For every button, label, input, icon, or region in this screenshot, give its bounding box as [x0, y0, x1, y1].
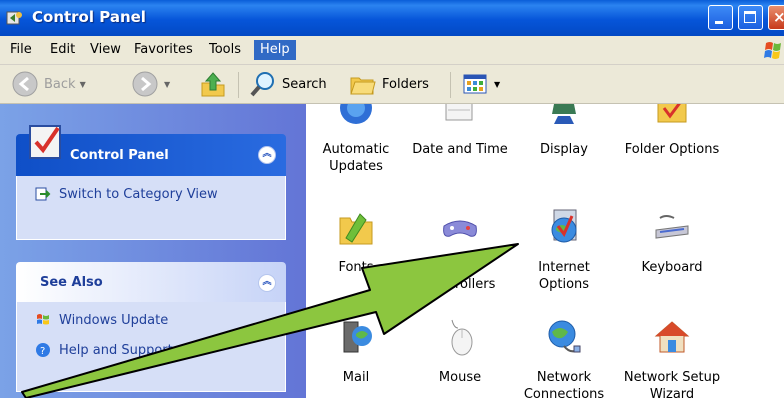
item-label: Display: [540, 142, 588, 157]
back-button[interactable]: Back ▼: [10, 68, 86, 100]
windows-update-icon: [37, 314, 49, 325]
automatic-updates-icon: [340, 104, 372, 124]
collapse-chevron-icon[interactable]: ︽: [258, 146, 276, 164]
control-panel-icon: [6, 11, 22, 25]
menu-favorites[interactable]: Favorites: [128, 40, 199, 60]
item-label: Keyboard: [641, 260, 703, 275]
help-and-support-label: Help and Support: [59, 342, 173, 358]
folders-label: Folders: [382, 76, 429, 92]
search-icon: [250, 72, 274, 97]
minimize-icon: [715, 21, 723, 24]
control-panel-item[interactable]: Network Connections: [514, 318, 614, 398]
title-bar: Control Panel ×: [0, 0, 784, 36]
item-label: Folder Options: [624, 142, 720, 157]
menu-file[interactable]: File: [4, 40, 38, 60]
control-panel-big-icon: [29, 125, 61, 159]
views-button[interactable]: ▼: [460, 68, 500, 100]
control-panel-item[interactable]: Automatic Updates: [306, 104, 406, 175]
control-panel-item[interactable]: Display: [514, 104, 614, 158]
menu-edit[interactable]: Edit: [44, 40, 81, 60]
back-label: Back: [44, 76, 76, 92]
control-panel-header[interactable]: Control Panel ︽: [16, 125, 286, 176]
control-panel-item[interactable]: Game Controllers: [410, 208, 510, 293]
control-panel-item[interactable]: Internet Options: [514, 208, 614, 293]
mail-icon: [343, 321, 372, 353]
see-also-title: See Also: [40, 275, 103, 290]
item-label: Date and Time: [412, 142, 508, 157]
item-label: Network Connections: [523, 370, 605, 398]
search-label: Search: [282, 76, 327, 92]
maximize-button[interactable]: [738, 5, 763, 30]
collapse-chevron-icon[interactable]: ︽: [258, 274, 276, 292]
menu-help[interactable]: Help: [254, 40, 296, 60]
control-panel-title: Control Panel: [70, 148, 169, 163]
close-icon: ×: [773, 8, 784, 26]
window-title: Control Panel: [32, 8, 146, 26]
control-panel-item[interactable]: Fonts: [306, 208, 406, 276]
game-controllers-icon: [443, 220, 477, 237]
item-label: Network Setup Wizard: [623, 370, 721, 398]
menu-bar: File Edit View Favorites Tools Help: [0, 36, 784, 65]
views-icon: [463, 74, 487, 94]
see-also-header[interactable]: See Also ︽: [16, 262, 286, 302]
folder-options-icon: [657, 104, 687, 123]
folders-icon: [350, 77, 376, 95]
help-and-support-icon: ?: [36, 343, 50, 357]
see-also-box: See Also ︽ Windows Update ? Help and Sup…: [16, 262, 286, 392]
switch-category-view-label: Switch to Category View: [59, 186, 218, 202]
forward-dropdown-icon[interactable]: ▼: [164, 80, 170, 89]
toolbar-separator: [450, 72, 451, 98]
item-label: Game Controllers: [424, 260, 496, 292]
windows-update-label: Windows Update: [59, 312, 169, 328]
network-connections-icon: [548, 320, 581, 353]
minimize-button[interactable]: [708, 5, 733, 30]
maximize-icon: [744, 11, 756, 23]
windows-logo-icon: [764, 42, 781, 59]
menu-tools[interactable]: Tools: [203, 40, 247, 60]
switch-category-view-link[interactable]: Switch to Category View: [35, 186, 218, 202]
display-icon: [552, 104, 576, 124]
control-panel-body: Switch to Category View: [16, 176, 286, 240]
toolbar: Back ▼ ▼ Search Folders ▼: [0, 65, 784, 104]
forward-button[interactable]: ▼: [130, 68, 170, 100]
control-panel-item[interactable]: Mail: [306, 318, 406, 386]
control-panel-item[interactable]: Folder Options: [622, 104, 722, 158]
folders-button[interactable]: Folders: [348, 68, 429, 100]
search-button[interactable]: Search: [248, 68, 327, 100]
forward-arrow-icon: [132, 71, 158, 97]
item-label: Automatic Updates: [322, 142, 390, 174]
views-dropdown-icon[interactable]: ▼: [494, 80, 500, 89]
control-panel-box: Control Panel ︽ Switch to Category View: [16, 125, 286, 240]
help-and-support-link[interactable]: ? Help and Support: [35, 342, 173, 358]
date-and-time-icon: [445, 104, 473, 121]
svg-text:?: ?: [40, 346, 45, 357]
task-pane: Control Panel ︽ Switch to Category View …: [0, 104, 306, 398]
up-button[interactable]: [198, 68, 228, 100]
back-dropdown-icon[interactable]: ▼: [80, 80, 86, 89]
folder-up-icon: [201, 72, 225, 97]
mouse-icon: [451, 319, 473, 356]
keyboard-icon: [655, 215, 689, 239]
close-button[interactable]: ×: [768, 5, 784, 30]
network-setup-wizard-icon: [654, 321, 690, 353]
menu-view[interactable]: View: [84, 40, 127, 60]
control-panel-item[interactable]: Network Setup Wizard: [622, 318, 722, 398]
item-label: Mail: [342, 370, 370, 385]
item-label: Mouse: [438, 370, 482, 385]
switch-view-icon: [35, 187, 51, 201]
internet-options-icon: [551, 209, 577, 243]
windows-update-link[interactable]: Windows Update: [35, 312, 168, 328]
control-panel-items: Automatic Updates Date and Time Display …: [306, 104, 784, 398]
control-panel-item[interactable]: Date and Time: [410, 104, 510, 158]
control-panel-item[interactable]: Keyboard: [622, 208, 722, 276]
toolbar-separator: [238, 72, 239, 98]
fonts-icon: [339, 213, 373, 245]
back-arrow-icon: [12, 71, 38, 97]
item-label: Fonts: [338, 260, 374, 275]
item-label: Internet Options: [538, 260, 590, 292]
control-panel-item[interactable]: Mouse: [410, 318, 510, 386]
see-also-body: Windows Update ? Help and Support: [16, 302, 286, 392]
